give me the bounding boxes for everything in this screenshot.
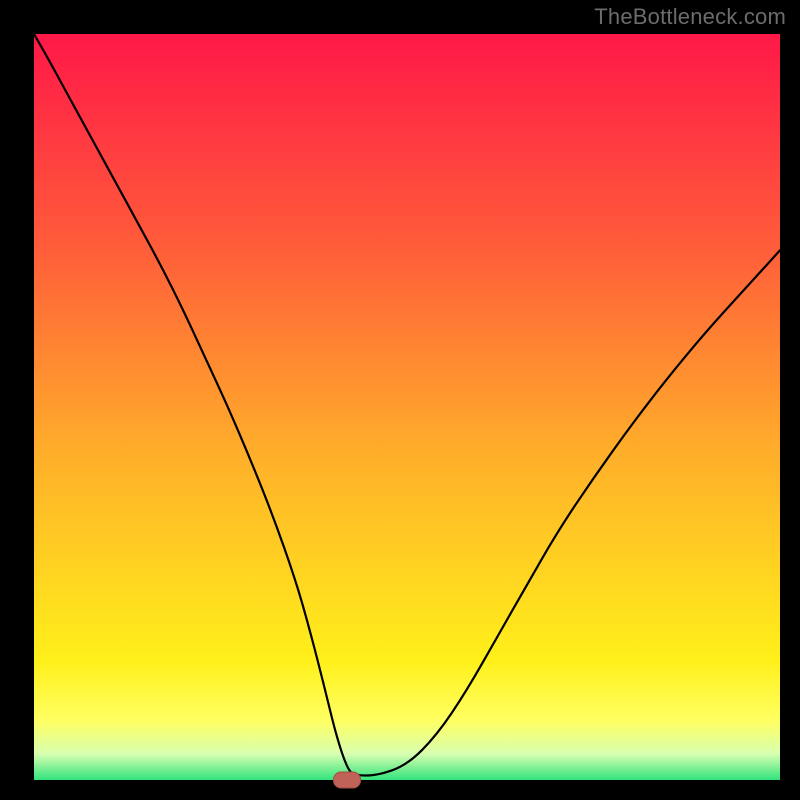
watermark-text: TheBottleneck.com [594, 4, 786, 30]
current-config-marker [333, 772, 361, 789]
plot-area [34, 34, 780, 780]
gradient-background [34, 34, 780, 780]
chart-stage: TheBottleneck.com [0, 0, 800, 800]
chart-svg [34, 34, 780, 780]
